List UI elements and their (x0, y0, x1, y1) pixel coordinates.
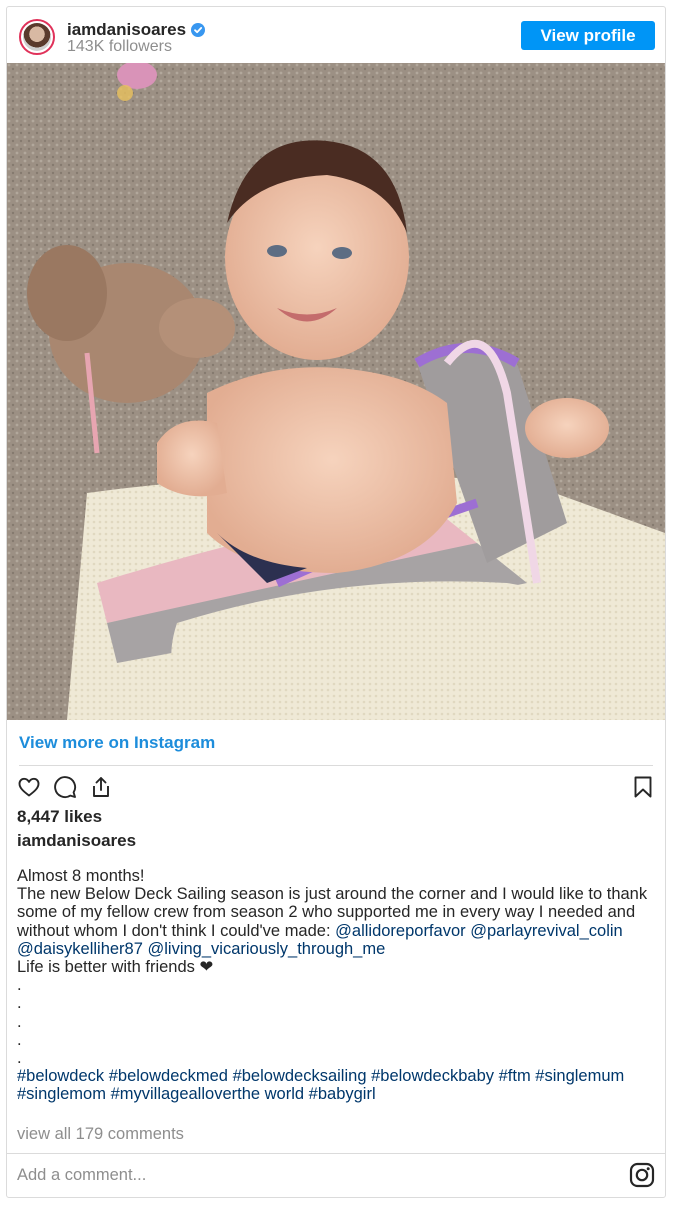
avatar-image (23, 23, 51, 51)
hashtag-link[interactable]: #belowdeck (17, 1067, 104, 1085)
view-more-link[interactable]: View more on Instagram (19, 733, 215, 753)
caption-friends-line: Life is better with friends ❤ (17, 958, 214, 977)
avatar[interactable] (19, 19, 55, 55)
likes-count[interactable]: 8,447 likes (17, 807, 102, 827)
view-comments-link[interactable]: view all 179 comments (17, 1125, 184, 1144)
caption-body: The new Below Deck Sailing season is jus… (17, 885, 657, 958)
mention-link[interactable]: @living_vicariously_through_me (148, 940, 386, 958)
caption-dot: . (17, 976, 22, 995)
caption-dot: . (17, 994, 22, 1013)
mention-link[interactable]: @parlayrevival_colin (470, 922, 622, 940)
mention-link[interactable]: @allidoreporfavor (335, 922, 465, 940)
hashtag-link[interactable]: #ftm (499, 1067, 531, 1085)
comment-icon[interactable] (53, 775, 77, 799)
add-comment-input[interactable]: Add a comment... (17, 1166, 146, 1185)
caption-dot: . (17, 1030, 22, 1049)
verified-badge-icon (191, 23, 206, 37)
post-owner-username[interactable]: iamdanisoares (17, 831, 136, 851)
post-caption: Almost 8 months! The new Below Deck Sail… (17, 867, 657, 1104)
followers-count: 143K followers (67, 38, 172, 55)
post-image[interactable] (7, 63, 665, 720)
instagram-icon[interactable] (629, 1162, 655, 1188)
caption-dot: . (17, 1049, 22, 1068)
instagram-embed-card: iamdanisoares 143K followers View profil… (6, 6, 666, 1198)
hashtags: #belowdeck #belowdeckmed #belowdecksaili… (17, 1067, 657, 1103)
caption-line: Almost 8 months! (17, 867, 145, 885)
action-bar (17, 775, 113, 799)
heart-icon[interactable] (17, 775, 41, 799)
mention-link[interactable]: @daisykelliher87 (17, 940, 143, 958)
caption-dot: . (17, 1012, 22, 1031)
view-profile-button[interactable]: View profile (521, 21, 655, 50)
post-image-illustration (7, 63, 665, 720)
share-icon[interactable] (89, 775, 113, 799)
post-header: iamdanisoares 143K followers View profil… (7, 7, 665, 65)
hashtag-link[interactable]: #singlemom (17, 1085, 106, 1103)
hashtag-link[interactable]: #belowdeckbaby (371, 1067, 494, 1085)
hashtag-link[interactable]: #myvillagealloverthe world (111, 1085, 305, 1103)
hashtag-link[interactable]: #belowdecksailing (233, 1067, 367, 1085)
hashtag-link[interactable]: #singlemum (535, 1067, 624, 1085)
caption-dots: . . . . . (17, 976, 657, 1067)
username[interactable]: iamdanisoares (67, 20, 186, 40)
divider (7, 1153, 665, 1154)
divider (19, 765, 653, 766)
bookmark-icon[interactable] (631, 775, 655, 799)
username-row: iamdanisoares (67, 20, 206, 40)
hashtag-link[interactable]: #babygirl (309, 1085, 376, 1103)
hashtag-link[interactable]: #belowdeckmed (109, 1067, 228, 1085)
